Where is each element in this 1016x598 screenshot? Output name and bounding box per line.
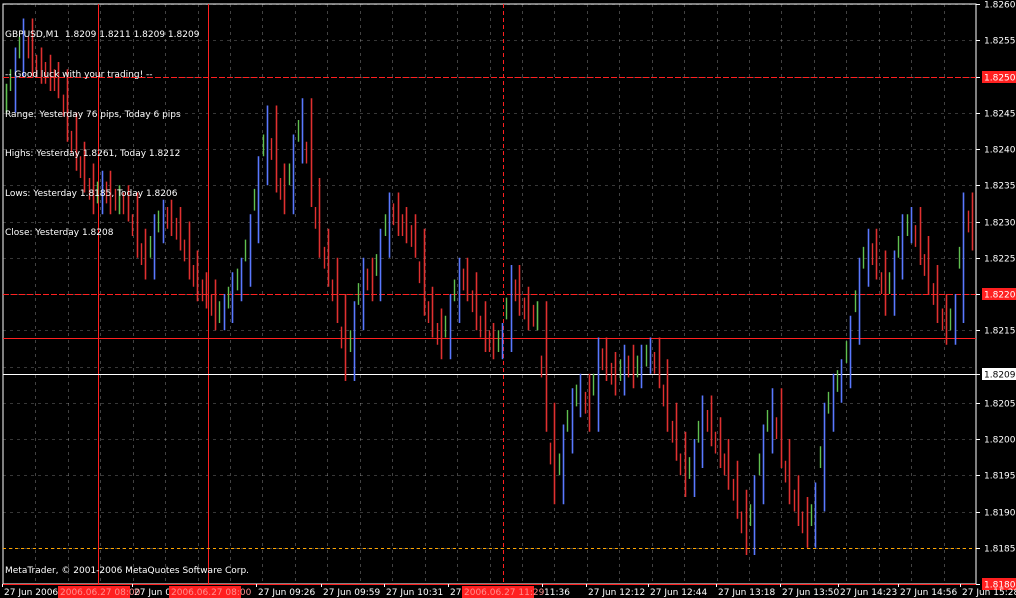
price-tick-label: 1.8190 (984, 509, 1016, 519)
time-tick-label: 27 Jun 13:18 (718, 588, 775, 598)
time-tick-label: 27 Jun 15:28 (962, 588, 1016, 598)
time-highlight-label: 2006.06.27 08:00 (60, 588, 141, 598)
copyright-text: MetaTrader, © 2001-2006 MetaQuotes Softw… (5, 566, 250, 576)
time-tick-label: 27 Jun 09:26 (258, 588, 315, 598)
price-tick-label: 1.8220 (984, 291, 1016, 301)
price-tick-label: 1.8240 (984, 146, 1016, 156)
price-tick-label: 1.8185 (984, 545, 1016, 555)
info-line: Close: Yesterday 1.8208 (5, 228, 114, 239)
price-tick-label: 1.8205 (984, 400, 1016, 410)
time-tick-label: 27 (450, 588, 461, 598)
price-tick-label: 1.8225 (984, 255, 1016, 265)
time-tick-label: 27 Jun 13:50 (782, 588, 839, 598)
time-tick-label: 27 Jun 14:56 (900, 588, 957, 598)
info-line: Lows: Yesterday 1.8185, Today 1.8206 (5, 188, 178, 199)
info-line: Range: Yesterday 76 pips, Today 6 pips (5, 109, 181, 120)
time-highlight-label: 2006.06.27 11:29 (464, 588, 545, 598)
price-tick-label: 1.8245 (984, 110, 1016, 120)
price-tick-label: 1.8250 (984, 74, 1016, 84)
price-tick-label: 1.8230 (984, 219, 1016, 229)
price-tick-label: 1.8235 (984, 182, 1016, 192)
price-tick-label: 1.8195 (984, 472, 1016, 482)
time-tick-label: 11:36 (544, 588, 570, 598)
price-tick-label: 1.8209 (984, 371, 1016, 381)
price-tick-label: 1.8215 (984, 327, 1016, 337)
time-tick-label: 27 Jun 09:59 (323, 588, 380, 598)
info-line: Highs: Yesterday 1.8261, Today 1.8212 (5, 149, 181, 160)
symbol-line: GBPUSD,M1 1.8209 1.8211 1.8209 1.8209 (5, 30, 200, 41)
time-tick-label: 27 Jun 14:23 (840, 588, 897, 598)
time-tick-label: 27 Jun 10:31 (386, 588, 443, 598)
price-tick-label: 1.8255 (984, 37, 1016, 47)
info-line: -- Good luck with your trading! -- (5, 70, 153, 81)
time-tick-label: 27 Jun 2006 (4, 588, 58, 598)
price-tick-label: 1.8200 (984, 436, 1016, 446)
price-tick-label: 1.8260 (984, 1, 1016, 11)
time-highlight-label: 2006.06.27 08:00 (171, 588, 252, 598)
time-tick-label: 27 Jun 12:44 (650, 588, 707, 598)
time-tick-label: 27 Jun 12:12 (588, 588, 645, 598)
chart-info-panel: GBPUSD,M1 1.8209 1.8211 1.8209 1.8209 --… (5, 3, 199, 254)
